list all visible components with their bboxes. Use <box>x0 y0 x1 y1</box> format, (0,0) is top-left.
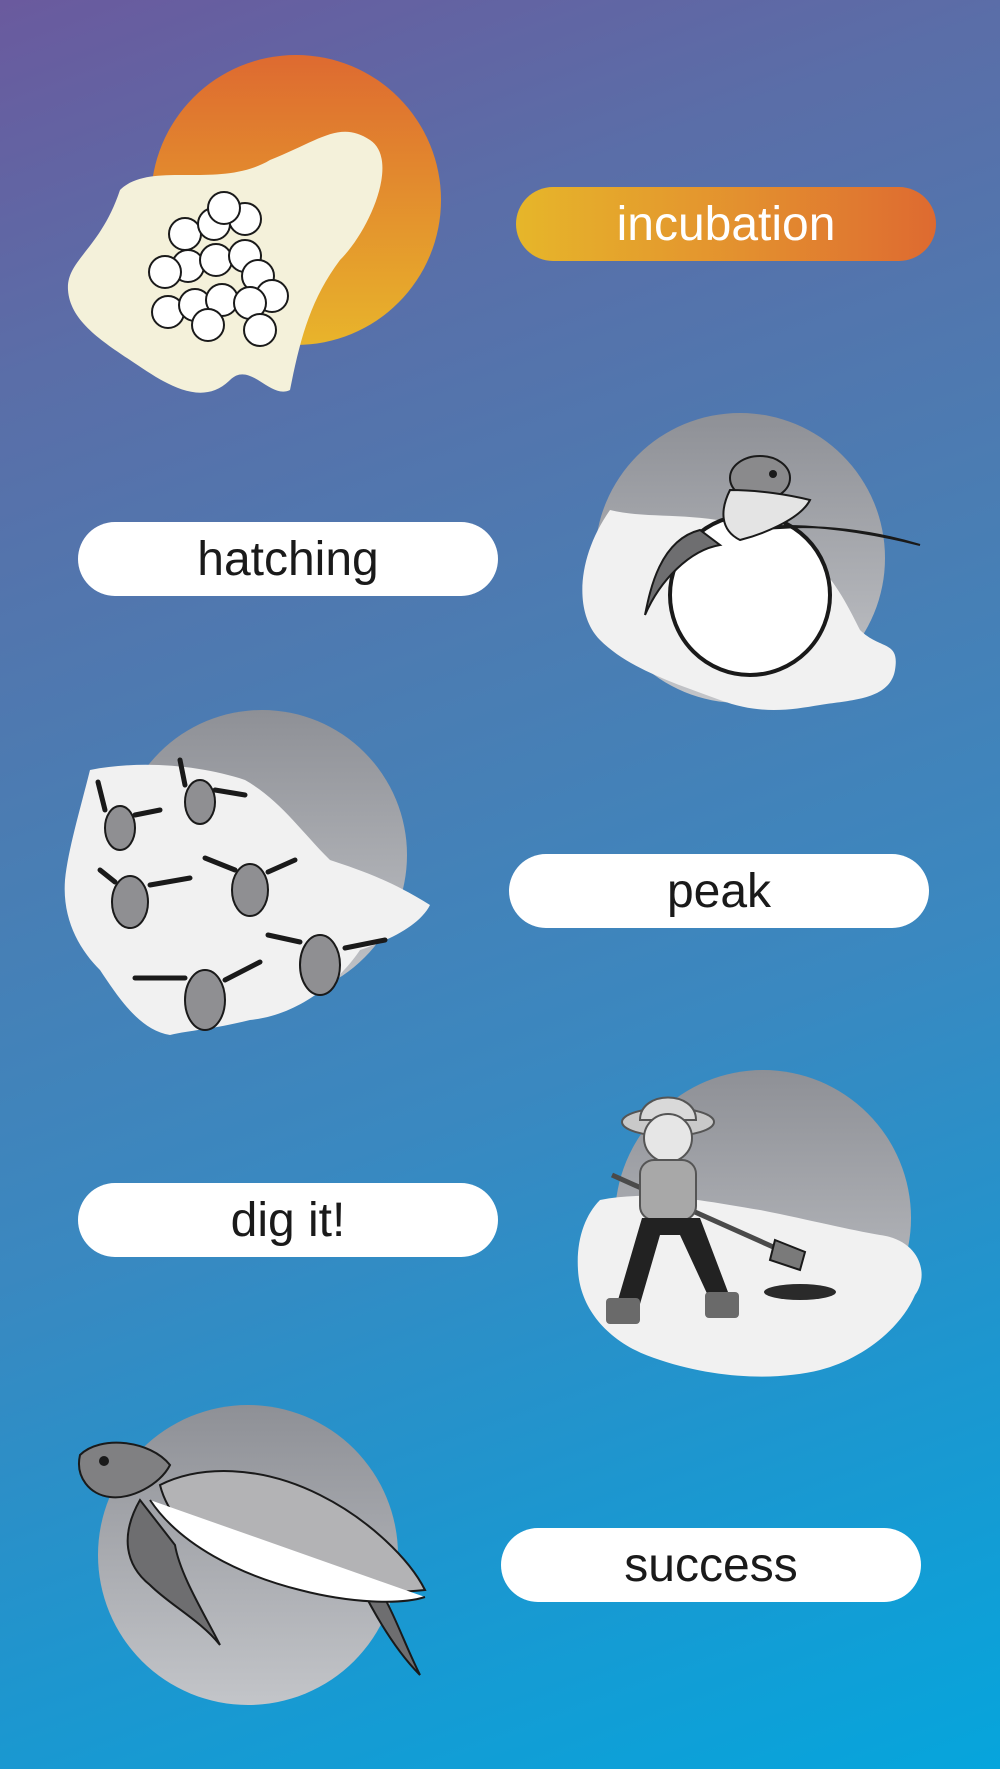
stage-label-incubation[interactable]: incubation <box>516 187 936 261</box>
hatchling-egg-icon <box>582 413 921 710</box>
stage-label-text: peak <box>666 864 772 918</box>
stage-label-success[interactable]: success <box>501 1528 921 1602</box>
stage-label-text: incubation <box>616 197 836 251</box>
stage-label-text: success <box>624 1538 798 1592</box>
stage-label-peak[interactable]: peak <box>509 854 929 928</box>
digging-kid-icon <box>577 1070 922 1377</box>
